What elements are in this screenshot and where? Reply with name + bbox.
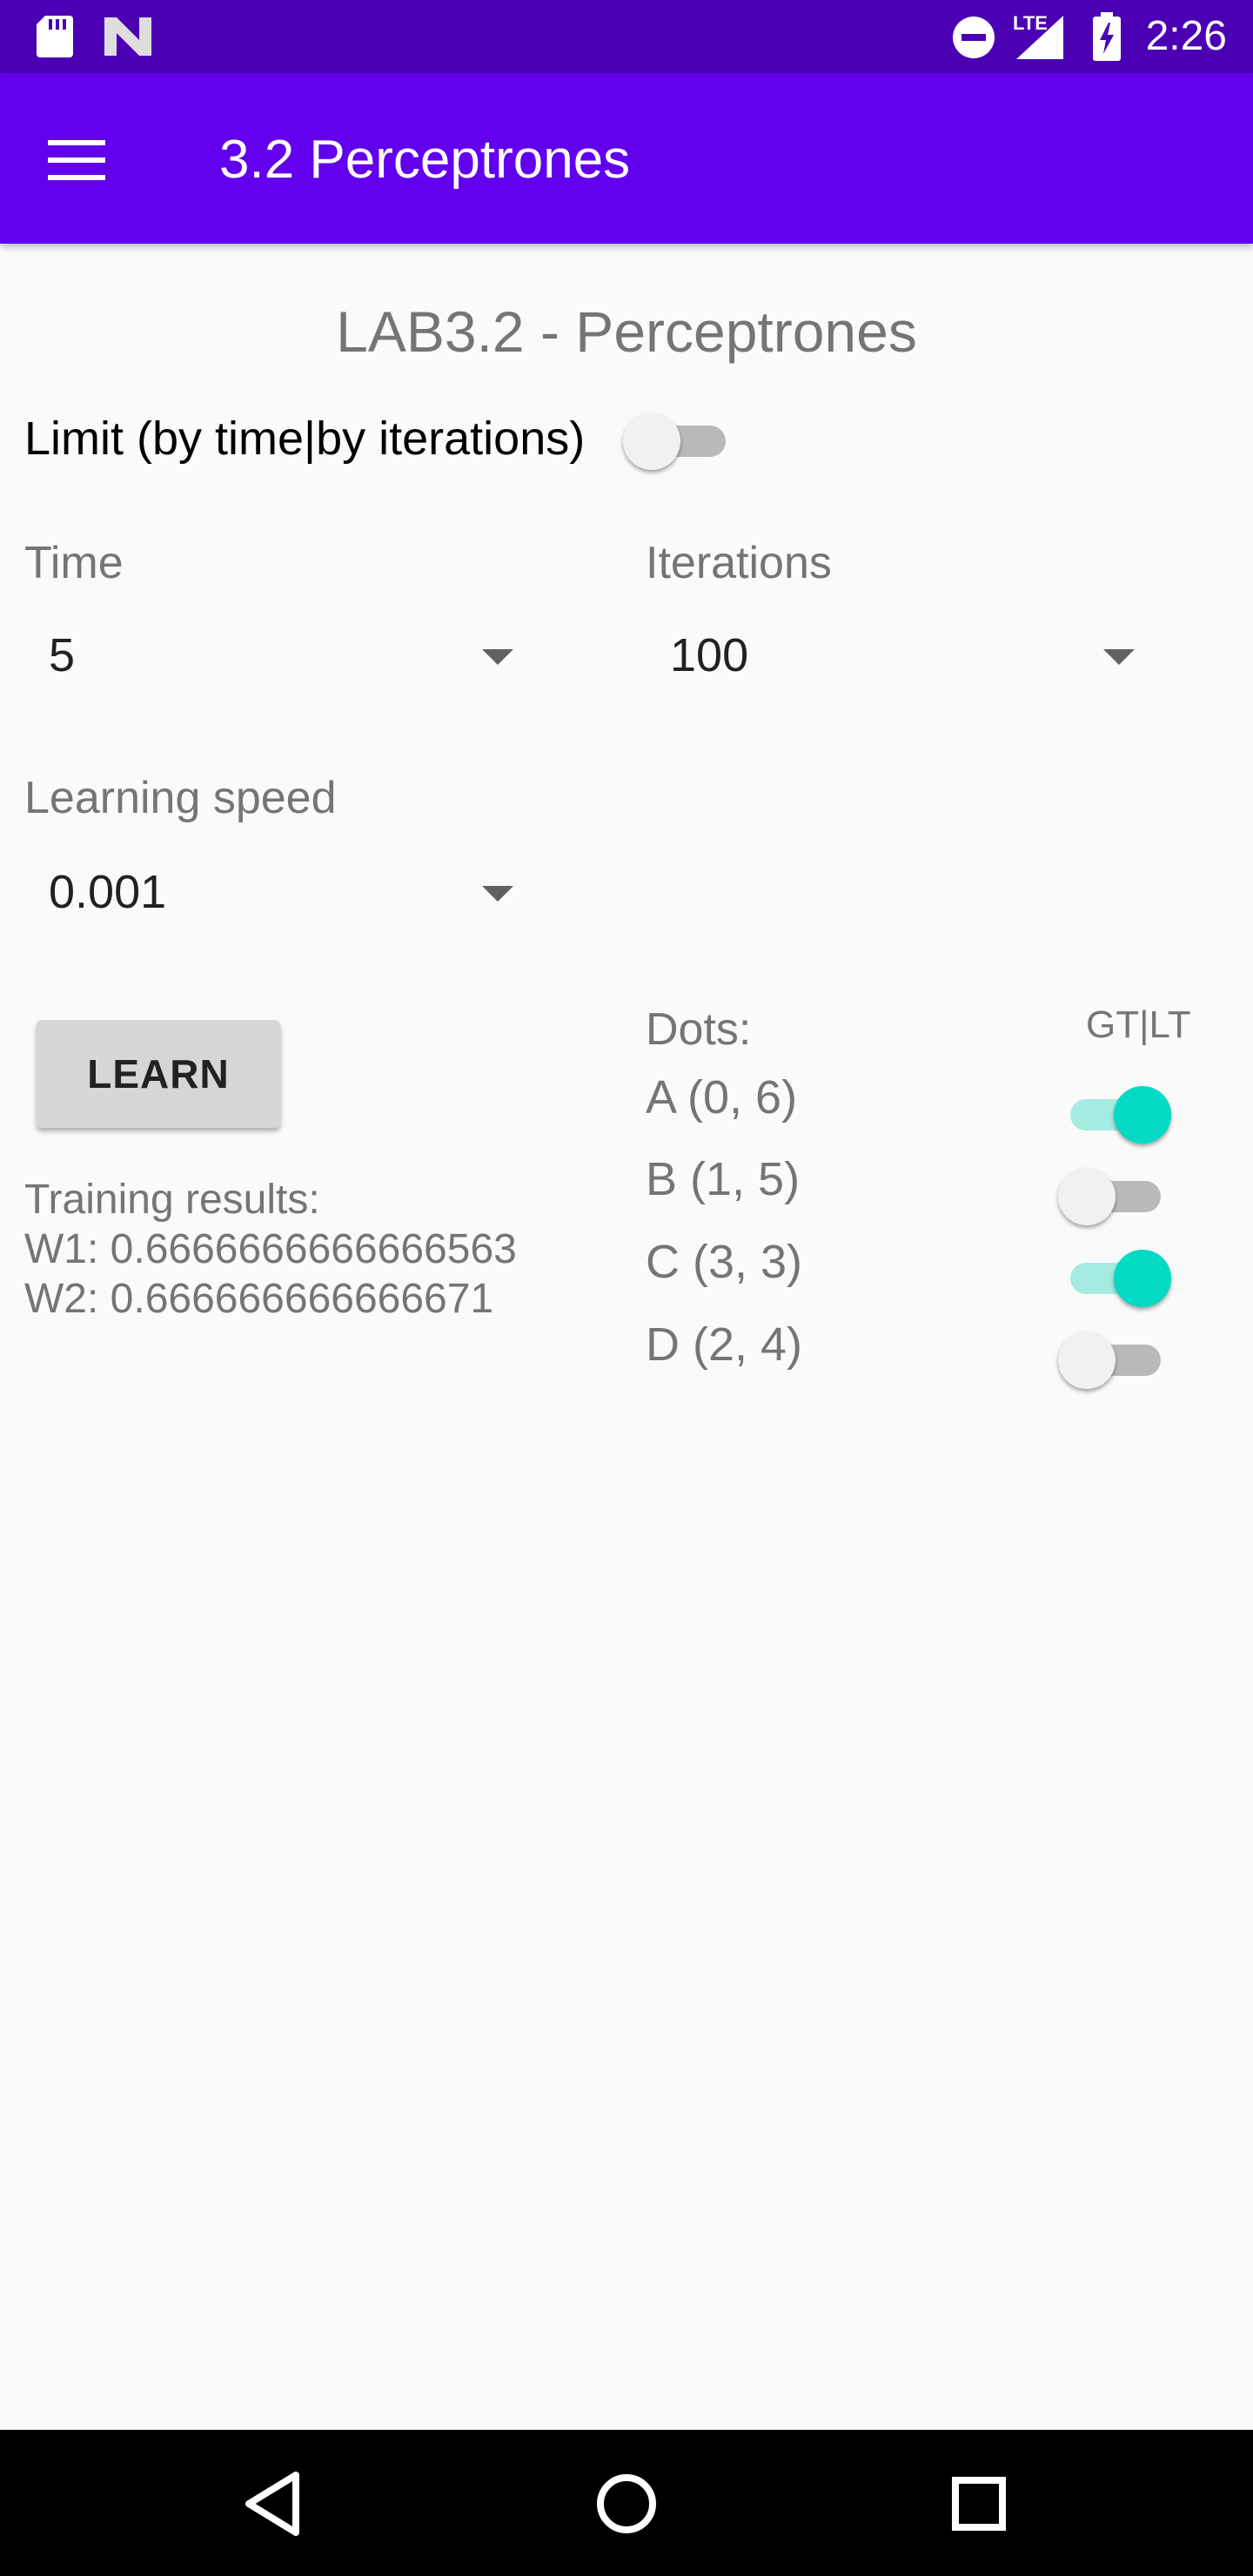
weight-w1: W1: 0.6666666666666563 <box>24 1226 517 1272</box>
notification-n-icon <box>104 17 151 56</box>
iterations-spinner-value: 100 <box>670 629 749 681</box>
recents-icon[interactable] <box>931 2456 1027 2552</box>
learn-button[interactable]: LEARN <box>37 1020 280 1128</box>
limit-toggle-label: Limit (by time|by iterations) <box>24 413 586 465</box>
dot-toggle-c[interactable] <box>1058 1239 1171 1309</box>
page-heading: LAB3.2 - Perceptrones <box>336 299 917 364</box>
dots-header: Dots: <box>646 1004 752 1055</box>
weight-w2: W2: 0.666666666666671 <box>24 1276 494 1322</box>
learning-speed-label: Learning speed <box>24 773 337 823</box>
sd-card-icon <box>37 16 73 57</box>
learning-speed-spinner[interactable]: 0.001 <box>24 853 529 931</box>
status-time: 2:26 <box>1145 13 1227 59</box>
dot-toggle-b[interactable] <box>1058 1157 1171 1227</box>
back-icon[interactable] <box>228 2456 324 2552</box>
dot-toggle-a[interactable] <box>1058 1076 1171 1145</box>
app-title: 3.2 Perceptrones <box>219 130 631 190</box>
status-bar: LTE 2:26 <box>0 0 1253 73</box>
time-label: Time <box>24 538 124 588</box>
do-not-disturb-icon <box>953 17 995 58</box>
hamburger-menu-icon[interactable] <box>35 118 118 202</box>
app-bar: 3.2 Perceptrones <box>0 73 1253 244</box>
dot-label-d: D (2, 4) <box>646 1318 803 1371</box>
chevron-down-icon <box>482 649 513 665</box>
dot-label-a: A (0, 6) <box>646 1071 798 1124</box>
iterations-label: Iterations <box>646 538 832 588</box>
battery-charging-icon <box>1093 12 1121 61</box>
time-spinner-value: 5 <box>49 629 76 681</box>
lte-signal-icon <box>1016 16 1063 59</box>
chevron-down-icon <box>482 886 513 902</box>
training-results: Training results: W1: 0.6666666666666563… <box>24 1175 517 1324</box>
chevron-down-icon <box>1103 649 1135 665</box>
learning-speed-spinner-value: 0.001 <box>49 866 167 918</box>
navigation-bar <box>0 2430 1253 2576</box>
iterations-spinner[interactable]: 100 <box>646 616 1150 694</box>
home-icon[interactable] <box>579 2456 674 2552</box>
dot-label-c: C (3, 3) <box>646 1236 803 1288</box>
gt-lt-header: GT|LT <box>1086 1003 1191 1046</box>
limit-toggle-switch[interactable] <box>623 402 736 472</box>
dot-label-b: B (1, 5) <box>646 1153 801 1205</box>
time-spinner[interactable]: 5 <box>24 616 529 694</box>
dot-toggle-d[interactable] <box>1058 1321 1171 1391</box>
training-results-title: Training results: <box>24 1177 320 1223</box>
